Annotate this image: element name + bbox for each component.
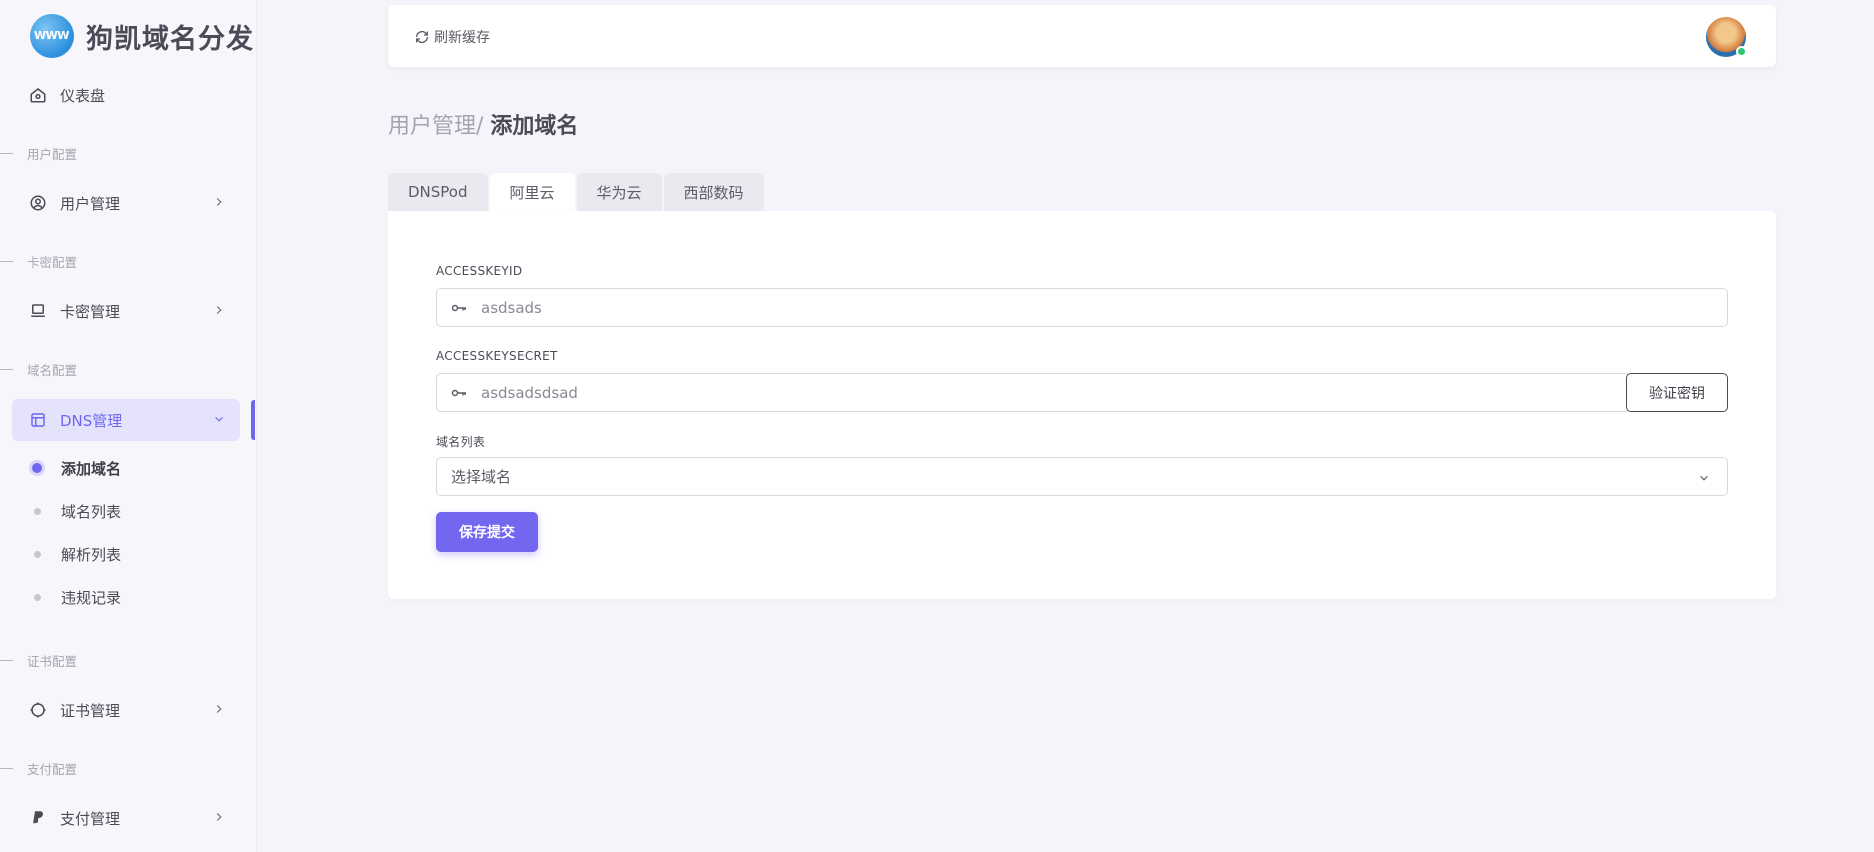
bullet-icon bbox=[32, 463, 42, 473]
sidebar-item-label: 卡密管理 bbox=[60, 302, 121, 321]
sidebar-subitem-violation-records[interactable]: 违规记录 bbox=[30, 582, 121, 612]
sidebar-item-label: 支付管理 bbox=[60, 809, 121, 828]
section-domain-config: 域名配置 bbox=[0, 359, 77, 379]
chevron-right-icon bbox=[216, 306, 222, 314]
sidebar-item-cert-management[interactable]: 证书管理 bbox=[12, 689, 240, 731]
paypal-icon bbox=[28, 808, 48, 828]
sidebar-item-user-management[interactable]: 用户管理 bbox=[12, 182, 240, 224]
top-navbar: 刷新缓存 bbox=[388, 5, 1776, 67]
sidebar-item-pay-management[interactable]: 支付管理 bbox=[12, 797, 240, 839]
sidebar-subitem-label: 违规记录 bbox=[61, 588, 122, 607]
section-card-config: 卡密配置 bbox=[0, 251, 77, 271]
tab-west-digital[interactable]: 西部数码 bbox=[663, 173, 764, 211]
sidebar-item-label: 证书管理 bbox=[60, 701, 121, 720]
section-pay-config: 支付配置 bbox=[0, 758, 77, 778]
refresh-cache-button[interactable]: 刷新缓存 bbox=[414, 27, 490, 47]
chevron-right-icon bbox=[216, 705, 222, 713]
chevron-right-icon bbox=[216, 198, 222, 206]
sidebar-item-label: 用户管理 bbox=[60, 194, 121, 213]
sidebar-subitem-resolve-list[interactable]: 解析列表 bbox=[30, 539, 121, 569]
accesskeyid-label: ACCESSKEYID bbox=[436, 264, 523, 278]
tab-dnspod[interactable]: DNSPod bbox=[388, 173, 488, 211]
online-status-badge bbox=[1736, 46, 1747, 57]
bullet-icon bbox=[34, 550, 41, 558]
tab-aliyun[interactable]: 阿里云 bbox=[489, 173, 575, 211]
save-submit-button[interactable]: 保存提交 bbox=[436, 512, 538, 552]
sidebar-item-label: DNS管理 bbox=[60, 411, 123, 430]
verify-key-button[interactable]: 验证密钥 bbox=[1626, 373, 1728, 412]
chevron-right-icon bbox=[216, 813, 222, 821]
sidebar-item-dns-management[interactable]: DNS管理 bbox=[12, 399, 240, 441]
chevron-down-icon bbox=[215, 416, 223, 422]
sidebar-item-dashboard[interactable]: 仪表盘 bbox=[12, 74, 240, 116]
brand[interactable]: WWW 狗凯域名分发 bbox=[30, 14, 254, 58]
sidebar: WWW 狗凯域名分发 仪表盘 用户配置 用户管理 卡密配置 卡密管理 域名配置 … bbox=[0, 0, 257, 852]
user-circle-icon bbox=[28, 193, 48, 213]
brand-title: 狗凯域名分发 bbox=[86, 23, 254, 55]
home-icon bbox=[28, 85, 48, 105]
chevron-down-icon bbox=[1700, 475, 1708, 481]
accesskeysecret-label: ACCESSKEYSECRET bbox=[436, 349, 558, 363]
user-avatar[interactable] bbox=[1706, 17, 1747, 57]
sidebar-subitem-add-domain[interactable]: 添加域名 bbox=[30, 453, 121, 483]
sidebar-subitem-label: 解析列表 bbox=[61, 545, 122, 564]
domain-list-label: 域名列表 bbox=[436, 435, 486, 449]
globe-logo-icon: WWW bbox=[30, 14, 74, 58]
browser-window-icon bbox=[28, 410, 48, 430]
page-title: 添加域名 bbox=[490, 114, 579, 139]
circle-outline-icon bbox=[28, 700, 48, 720]
sidebar-item-card-management[interactable]: 卡密管理 bbox=[12, 290, 240, 332]
sidebar-subitem-label: 添加域名 bbox=[61, 459, 122, 478]
active-indicator bbox=[251, 400, 255, 440]
bullet-icon bbox=[34, 507, 41, 515]
key-icon bbox=[451, 304, 466, 311]
sidebar-item-label: 仪表盘 bbox=[60, 86, 106, 105]
key-icon bbox=[451, 389, 466, 396]
accesskeyid-input[interactable]: asdsads bbox=[436, 288, 1728, 327]
section-user-config: 用户配置 bbox=[0, 143, 77, 163]
form-card: ACCESSKEYID asdsads ACCESSKEYSECRET asds… bbox=[388, 211, 1776, 599]
provider-tabs: DNSPod 阿里云 华为云 西部数码 bbox=[388, 173, 766, 211]
refresh-icon bbox=[416, 31, 428, 43]
section-cert-config: 证书配置 bbox=[0, 650, 77, 670]
accesskeysecret-input[interactable]: asdsadsdsad bbox=[436, 373, 1628, 412]
accesskeyid-value: asdsads bbox=[481, 298, 542, 317]
domain-select-placeholder: 选择域名 bbox=[451, 468, 512, 486]
breadcrumb: 用户管理/ 添加域名 bbox=[388, 108, 578, 140]
domain-select[interactable]: 选择域名 bbox=[436, 457, 1728, 496]
tab-huaweicloud[interactable]: 华为云 bbox=[576, 173, 662, 211]
laptop-icon bbox=[28, 301, 48, 321]
sidebar-subitem-label: 域名列表 bbox=[61, 502, 122, 521]
sidebar-subitem-domain-list[interactable]: 域名列表 bbox=[30, 496, 121, 526]
refresh-label: 刷新缓存 bbox=[434, 30, 490, 46]
bullet-icon bbox=[34, 593, 41, 601]
accesskeysecret-value: asdsadsdsad bbox=[481, 383, 578, 402]
breadcrumb-parent[interactable]: 用户管理/ bbox=[388, 114, 483, 139]
